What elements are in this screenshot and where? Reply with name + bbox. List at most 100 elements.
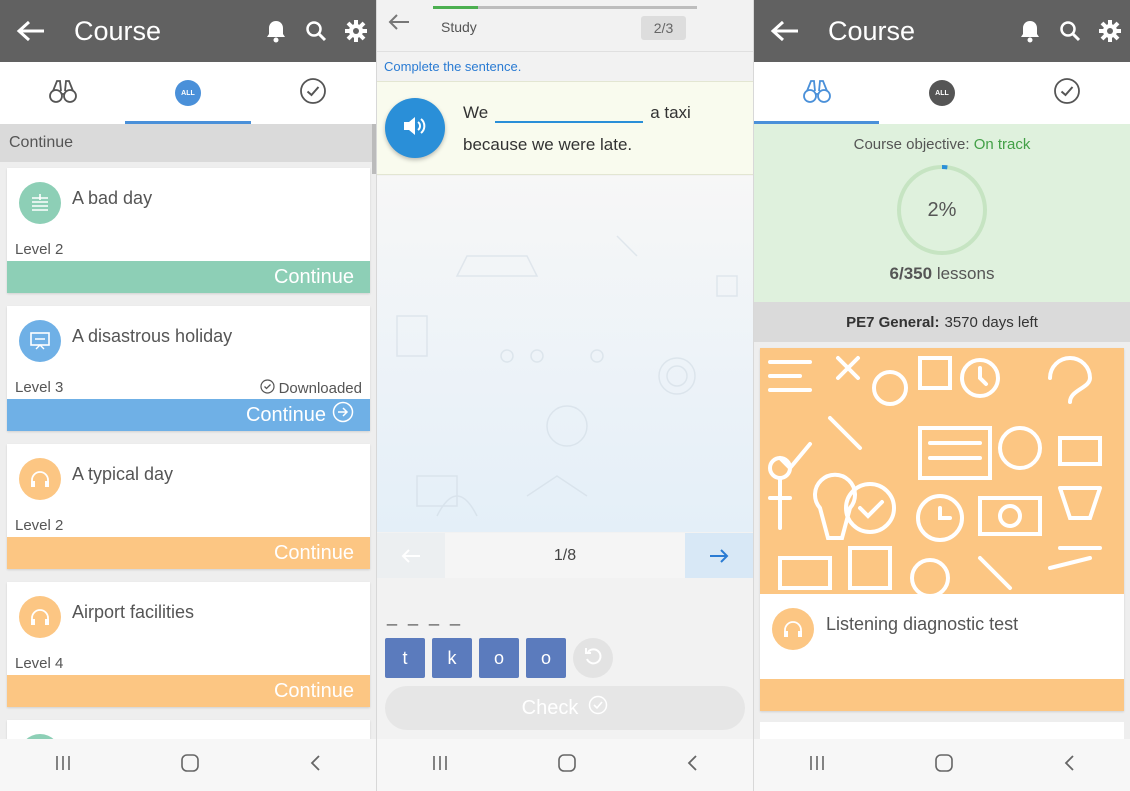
undo-icon (583, 646, 603, 671)
page-title: Course (74, 15, 162, 46)
lesson-card[interactable]: A typical day Level 2 Continue (7, 444, 370, 569)
course-progress-screen: Course ALL Course objective: On track 2%… (754, 0, 1130, 791)
lessons-done: 6/350 (889, 264, 933, 283)
back-arrow-icon[interactable] (387, 12, 411, 37)
system-nav-bar (754, 739, 1130, 791)
undo-button[interactable] (573, 638, 613, 678)
letter-tiles: t k o o (385, 638, 613, 678)
objective-status: On track (973, 136, 1031, 153)
lesson-level: Level 2 (15, 241, 64, 258)
play-audio-button[interactable] (385, 98, 445, 158)
study-screen: Study 2/3 Complete the sentence. We a ta… (377, 0, 753, 791)
tab-browse[interactable] (0, 62, 125, 124)
home-icon[interactable] (557, 753, 577, 778)
letter-tile[interactable]: k (432, 638, 472, 678)
answer-blank (495, 103, 644, 123)
lesson-level: Level 4 (15, 655, 64, 672)
check-circle-icon (299, 77, 327, 110)
headphones-icon (772, 608, 814, 650)
course-list-screen: Course ALL Continue A bad day Level 2 Co… (0, 0, 376, 791)
continue-button[interactable]: Continue (7, 537, 370, 569)
back-arrow-icon[interactable] (754, 0, 816, 62)
home-icon[interactable] (180, 753, 200, 778)
instruction-text: Complete the sentence. (384, 59, 522, 74)
continue-button[interactable]: Continue (7, 675, 370, 707)
prev-button[interactable] (377, 533, 445, 578)
study-label: Study (441, 19, 477, 35)
speaker-icon (402, 114, 428, 143)
gear-icon[interactable] (336, 0, 376, 62)
continue-label: Continue (273, 541, 354, 564)
card-title: Listening diagnostic test (826, 614, 1019, 634)
downloaded-check-icon (259, 379, 275, 398)
tab-browse[interactable] (754, 62, 880, 124)
home-icon[interactable] (934, 753, 954, 778)
letter-tile[interactable]: t (385, 638, 425, 678)
presentation-icon (19, 320, 61, 362)
binoculars-icon (802, 78, 832, 109)
continue-button[interactable]: Continue (7, 399, 370, 431)
recents-icon[interactable] (431, 755, 449, 776)
continue-label: Continue (273, 265, 354, 288)
all-badge-icon: ALL (928, 80, 955, 106)
headphones-icon (19, 458, 61, 500)
continue-label: Continue (245, 403, 326, 426)
downloaded-label: Downloaded (278, 380, 362, 397)
check-button[interactable]: Check (385, 686, 745, 730)
filter-tabs: ALL (754, 62, 1130, 124)
tab-completed[interactable] (251, 62, 376, 124)
back-arrow-icon[interactable] (0, 0, 62, 62)
course-objective-panel: Course objective: On track 2% 6/350 less… (754, 124, 1130, 302)
tab-all[interactable]: ALL (879, 62, 1004, 124)
reading-icon (19, 182, 61, 224)
lesson-level: Level 3 (15, 379, 64, 396)
continue-button[interactable]: Continue (7, 261, 370, 293)
pager-count: 1/8 (445, 533, 685, 578)
back-icon[interactable] (1062, 754, 1076, 777)
background-pattern (377, 176, 753, 532)
lessons-label: lessons (936, 264, 995, 283)
answer-placeholder: _ _ _ _ (387, 606, 464, 626)
check-circle-icon (588, 695, 608, 721)
study-progress-bar (433, 6, 697, 9)
lesson-card[interactable]: A disastrous holiday Level 3 Downloaded … (7, 306, 370, 431)
step-counter: 2/3 (641, 16, 686, 40)
lesson-card[interactable]: A bad day Level 2 Continue (7, 168, 370, 293)
study-progress-fill (433, 6, 478, 9)
illustration-pattern (760, 348, 1124, 594)
bell-icon[interactable] (256, 0, 296, 62)
tab-all[interactable]: ALL (125, 62, 251, 124)
recents-icon[interactable] (54, 755, 72, 776)
course-deadline-bar: PE7 General: 3570 days left (754, 302, 1130, 342)
days-left: 3570 days left (944, 313, 1038, 331)
question-box: We a taxi because we were late. (377, 81, 753, 175)
start-button[interactable] (760, 679, 1124, 711)
letter-tile[interactable]: o (526, 638, 566, 678)
gear-icon[interactable] (1090, 0, 1130, 62)
pager-bar: 1/8 (377, 533, 753, 578)
system-nav-bar (377, 739, 753, 791)
search-icon[interactable] (296, 0, 336, 62)
downloaded-status: Downloaded (259, 379, 362, 398)
back-icon[interactable] (308, 754, 322, 777)
diagnostic-test-card[interactable]: Listening diagnostic test (760, 348, 1124, 711)
recents-icon[interactable] (808, 755, 826, 776)
check-circle-icon (1053, 77, 1081, 110)
course-name: PE7 General: (846, 313, 940, 331)
filter-tabs: ALL (0, 62, 376, 124)
binoculars-icon (48, 78, 78, 109)
sentence-before: We (463, 103, 489, 122)
progress-percent: 2% (927, 198, 957, 221)
bell-icon[interactable] (1010, 0, 1050, 62)
next-button[interactable] (685, 533, 753, 578)
continue-label: Continue (273, 679, 354, 702)
tab-completed[interactable] (1005, 62, 1130, 124)
search-icon[interactable] (1050, 0, 1090, 62)
letter-tile[interactable]: o (479, 638, 519, 678)
all-badge-icon: ALL (174, 80, 201, 106)
check-label: Check (521, 696, 579, 719)
lesson-card[interactable]: Airport facilities Level 4 Continue (7, 582, 370, 707)
lesson-title: A bad day (72, 188, 153, 208)
lesson-title: Airport facilities (72, 602, 195, 622)
back-icon[interactable] (685, 754, 699, 777)
